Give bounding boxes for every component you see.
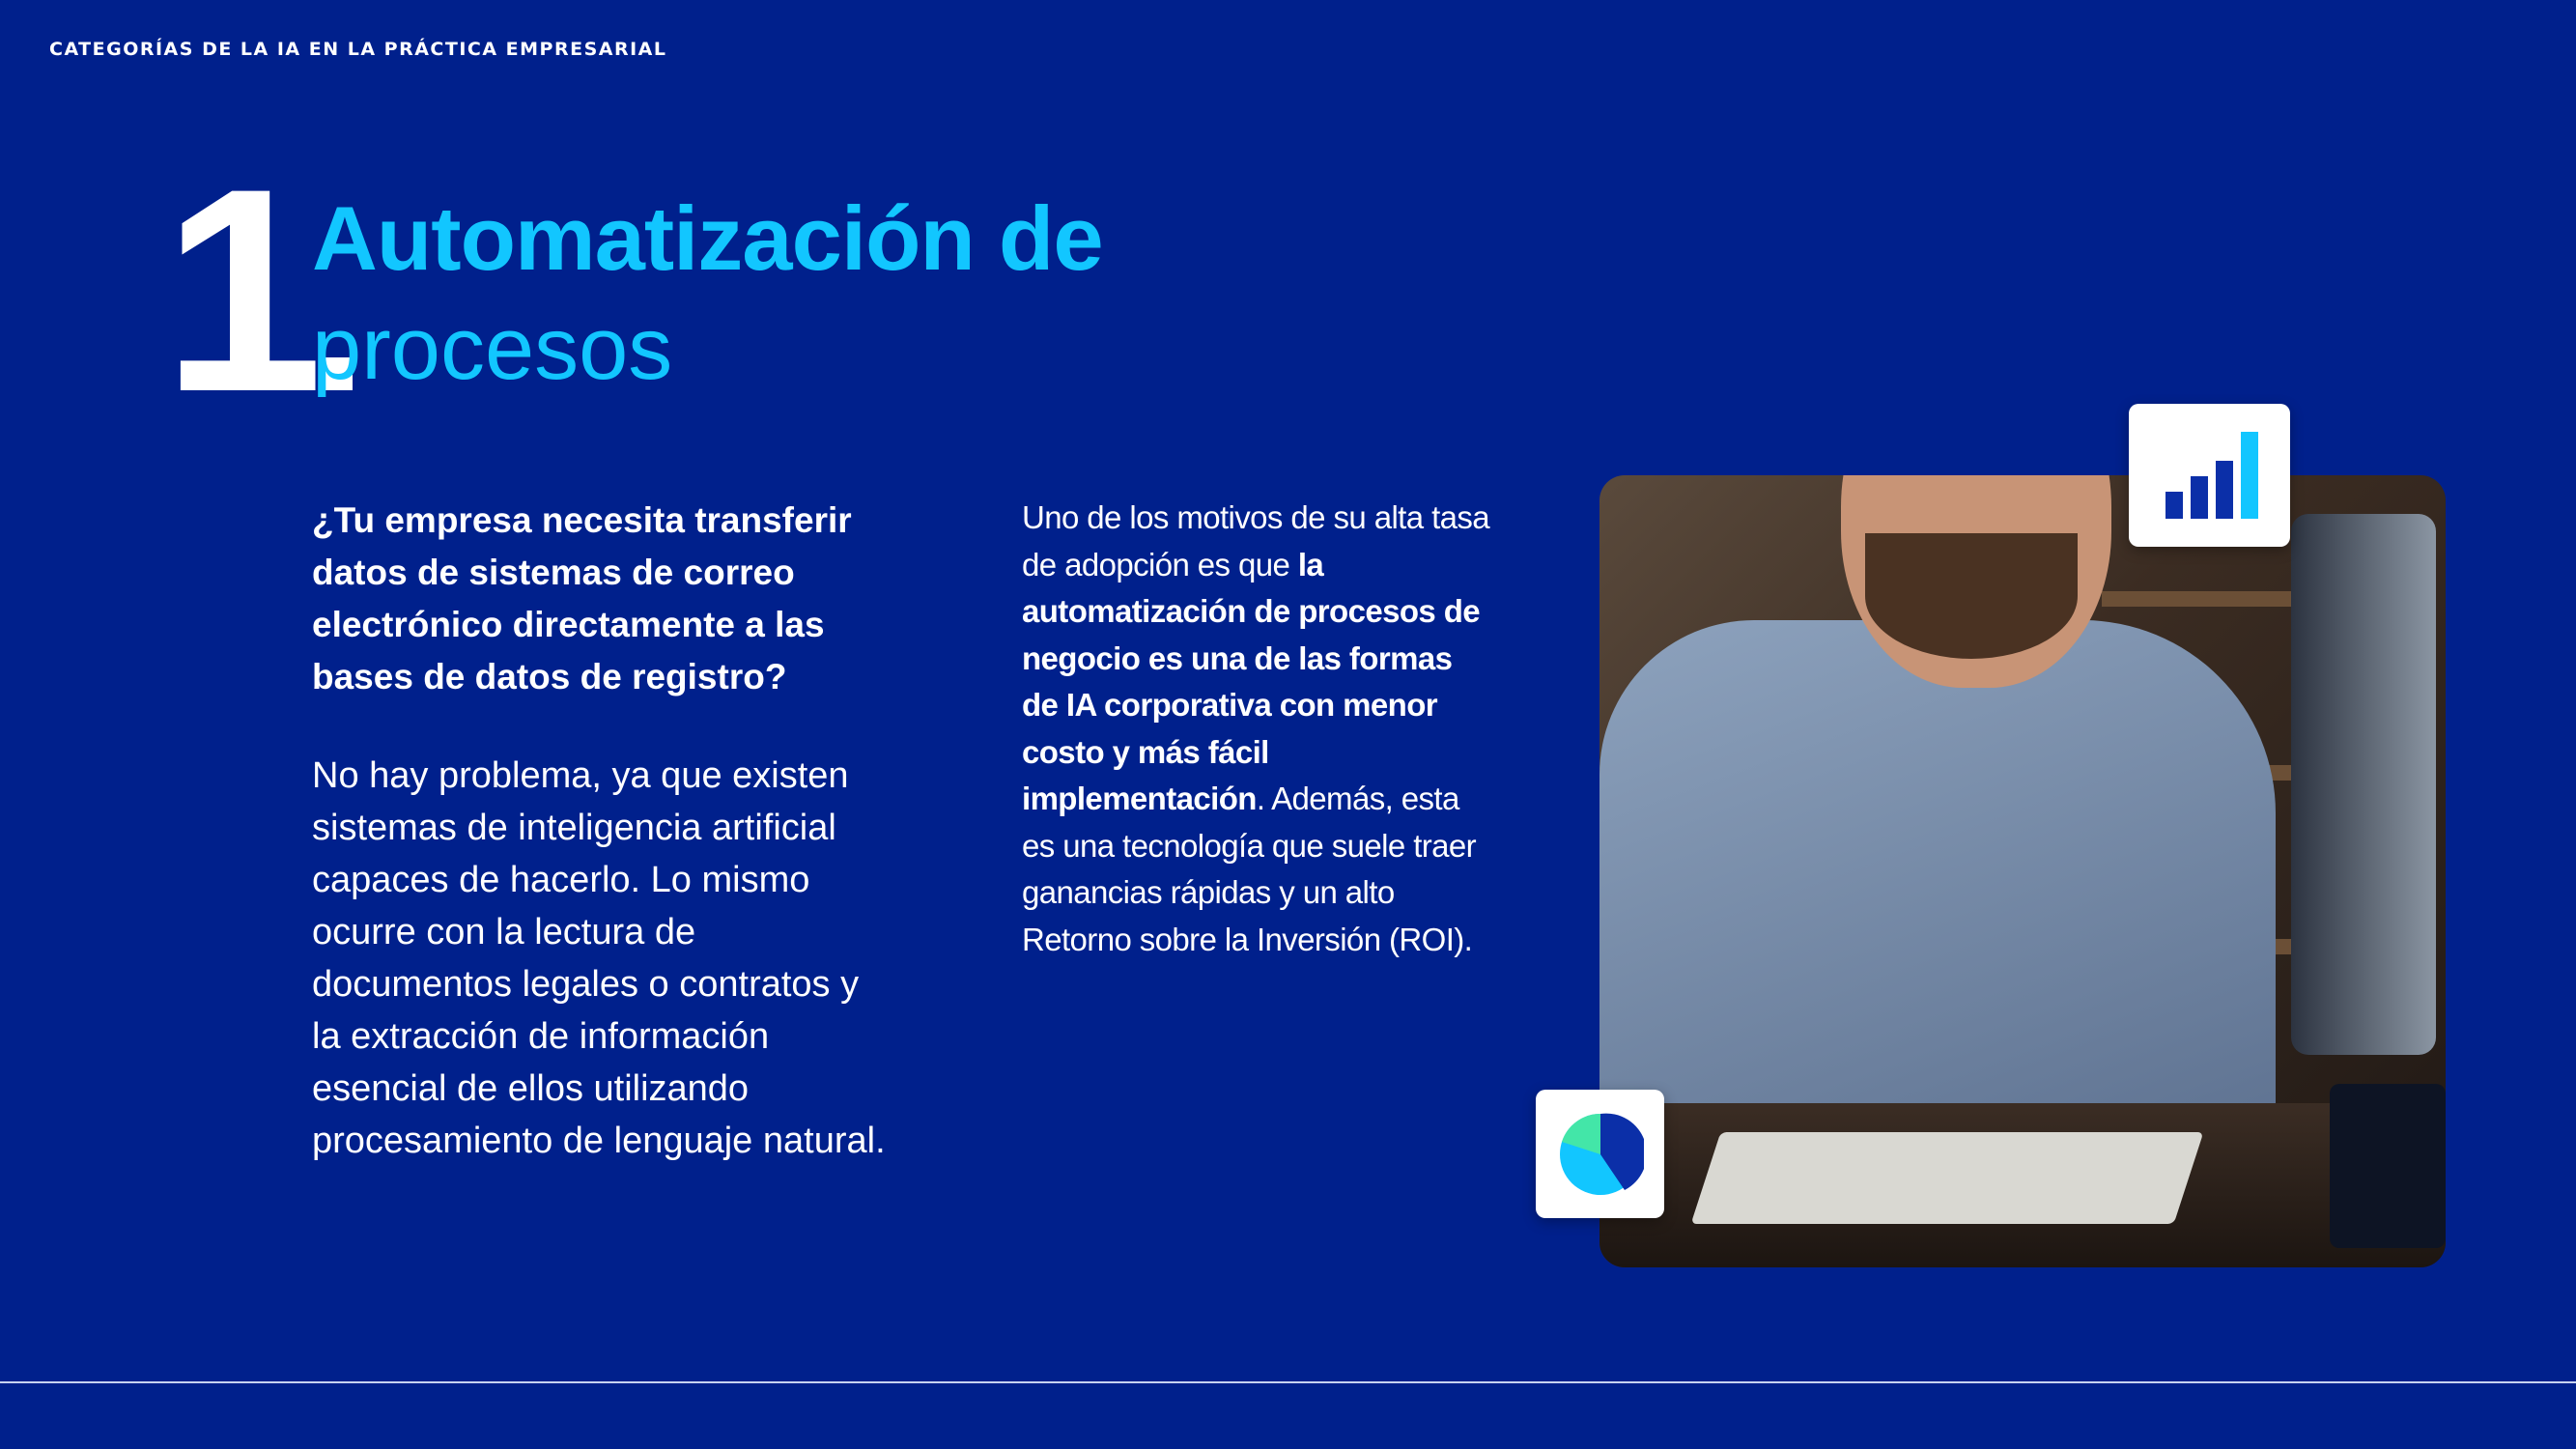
answer-text: No hay problema, ya que existen sistemas…	[312, 755, 886, 1161]
section-title: Automatización de procesos	[312, 184, 1104, 404]
middle-column: Uno de los motivos de su alta tasa de ad…	[1022, 495, 1495, 963]
section-number-digit: 1	[162, 128, 324, 452]
computer-monitor	[2291, 514, 2436, 1055]
section-kicker: CATEGORÍAS DE LA IA EN LA PRÁCTICA EMPRE…	[49, 39, 667, 60]
bottom-divider	[0, 1381, 2576, 1383]
hero-photo	[1599, 475, 2446, 1267]
person-beard	[1865, 533, 2078, 659]
bar-chart-card	[2129, 404, 2290, 547]
pie-chart-icon	[1559, 1113, 1644, 1195]
bar-chart-icon	[2165, 432, 2258, 519]
middle-text-part1: Uno de los motivos de su alta tasa de ad…	[1022, 499, 1490, 582]
left-column: ¿Tu empresa necesita transferir datos de…	[312, 495, 892, 1167]
person-shirt	[1599, 620, 2276, 1161]
desk-paper	[1690, 1132, 2204, 1224]
section-title-line1: Automatización de	[312, 187, 1104, 289]
middle-text-bold: la automatización de procesos de negocio…	[1022, 546, 1481, 817]
question-text: ¿Tu empresa necesita transferir datos de…	[312, 500, 852, 696]
section-title-line2: procesos	[312, 299, 673, 398]
coffee-mug	[2330, 1084, 2446, 1248]
pie-chart-card	[1536, 1090, 1664, 1218]
